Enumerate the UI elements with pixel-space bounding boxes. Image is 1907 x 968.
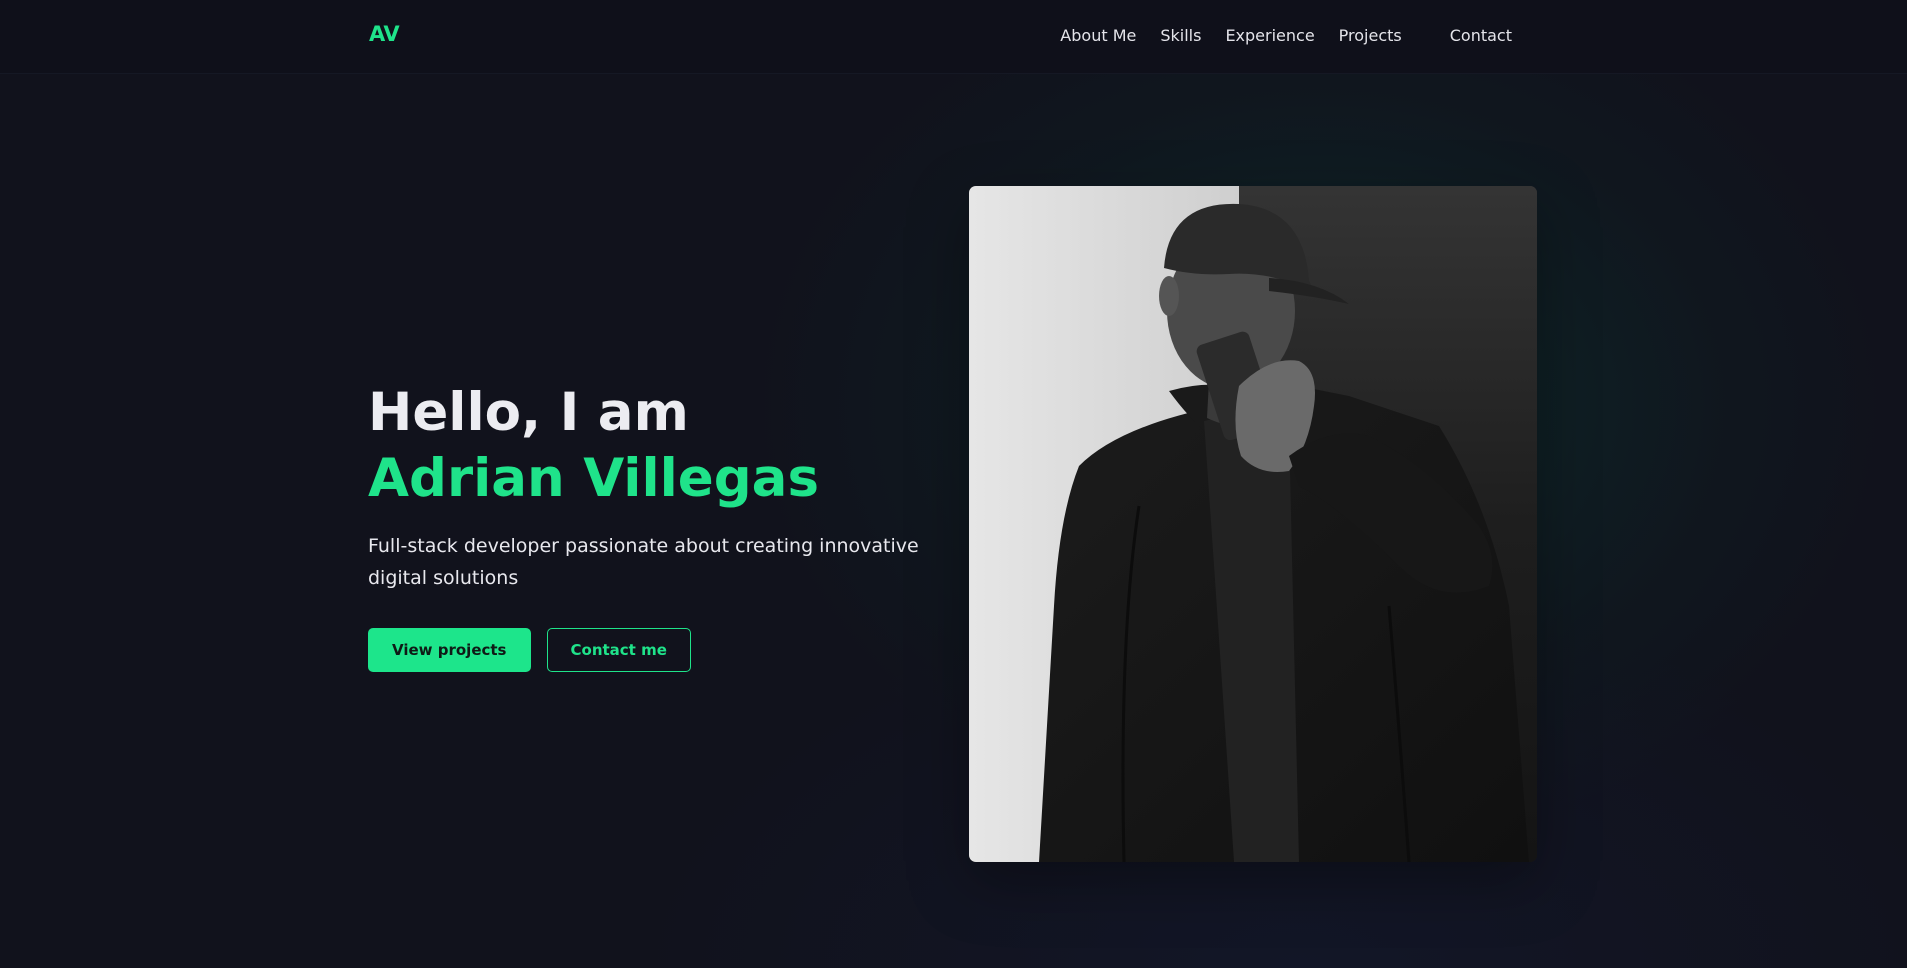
logo[interactable]: AV	[369, 22, 400, 46]
hero-tagline: Full-stack developer passionate about cr…	[368, 535, 919, 589]
top-navbar: AV About Me Skills Experience Projects C…	[0, 0, 1907, 74]
nav-link-about-me[interactable]: About Me	[1060, 26, 1136, 45]
hero-name: Adrian Villegas	[368, 448, 819, 509]
hero-section: Hello, I am Adrian Villegas Full-stack d…	[368, 380, 958, 672]
portfolio-page: AV About Me Skills Experience Projects C…	[0, 0, 1907, 968]
nav-link-skills[interactable]: Skills	[1160, 26, 1201, 45]
profile-photo-illustration	[969, 186, 1537, 862]
profile-photo	[969, 186, 1537, 862]
hero-greeting: Hello, I am	[368, 382, 689, 443]
nav-link-experience[interactable]: Experience	[1225, 26, 1314, 45]
contact-me-button[interactable]: Contact me	[546, 628, 691, 672]
nav-link-projects[interactable]: Projects	[1339, 26, 1402, 45]
nav-links: About Me Skills Experience Projects Cont…	[1036, 26, 1512, 45]
hero-buttons: View projects Contact me	[368, 628, 958, 672]
view-projects-button[interactable]: View projects	[368, 628, 531, 672]
nav-link-contact[interactable]: Contact	[1450, 26, 1512, 45]
